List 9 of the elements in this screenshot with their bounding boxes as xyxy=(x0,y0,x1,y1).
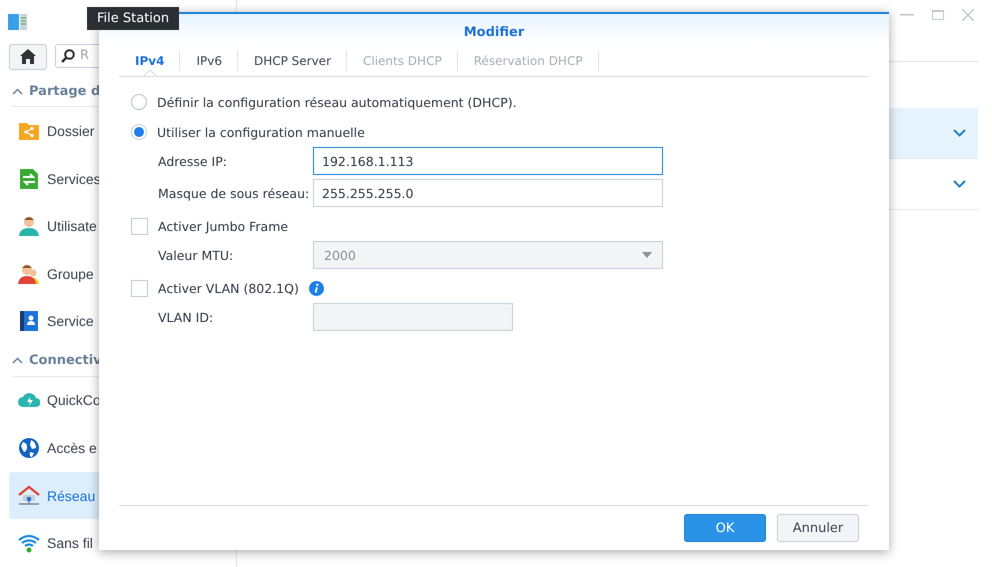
tooltip: File Station xyxy=(87,7,180,30)
field-label: Masque de sous réseau: xyxy=(158,185,310,203)
radio-label: Définir la configuration réseau automatiquement (DHCP). xyxy=(157,94,517,110)
field-label: VLAN ID: xyxy=(158,309,214,327)
radio-label: Utiliser la configuration manuelle xyxy=(157,124,365,140)
field-label: Adresse IP: xyxy=(158,153,228,171)
checkbox-label: Activer Jumbo Frame xyxy=(158,218,288,234)
checkbox-label: Activer VLAN (802.1Q) xyxy=(158,280,299,296)
field-label: Valeur MTU: xyxy=(158,247,234,265)
